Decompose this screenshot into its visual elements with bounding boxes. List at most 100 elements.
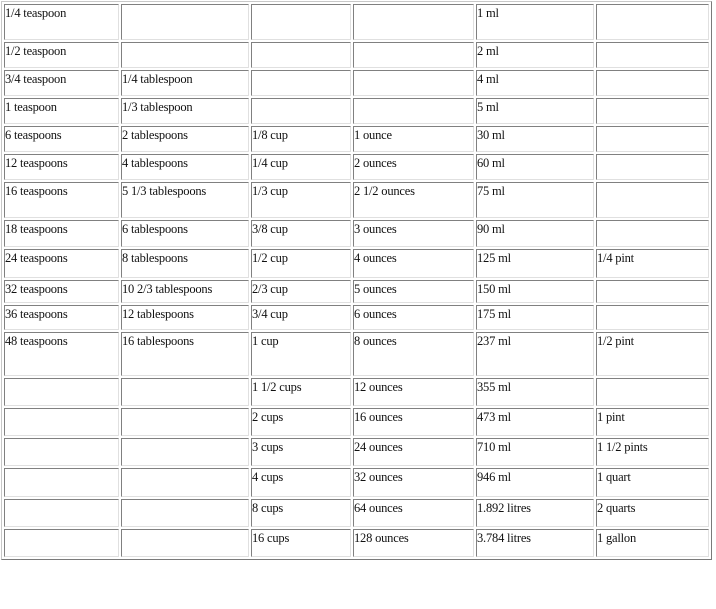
cell-teaspoons: 3/4 teaspoon: [4, 70, 119, 96]
cell-ounces: 1 ounce: [353, 126, 474, 152]
cell-pints-quarts: 1 gallon: [596, 529, 709, 557]
cell-teaspoons: 6 teaspoons: [4, 126, 119, 152]
cell-pints-quarts: [596, 280, 709, 303]
conversion-table-frame: 1/4 teaspoon 1 ml 1/2 teaspoon 2 ml 3/4 teas…: [1, 1, 712, 560]
cell-metric: 30 ml: [476, 126, 594, 152]
cell-cups: 3 cups: [251, 438, 351, 466]
measurement-conversion-table: 1/4 teaspoon 1 ml 1/2 teaspoon 2 ml 3/4 teas…: [2, 2, 711, 559]
table-row: 2 cups 16 ounces 473 ml 1 pint: [4, 408, 709, 436]
cell-teaspoons: 1/2 teaspoon: [4, 42, 119, 68]
table-row: 4 cups 32 ounces 946 ml 1 quart: [4, 468, 709, 497]
cell-metric: 3.784 litres: [476, 529, 594, 557]
cell-teaspoons: 1/4 teaspoon: [4, 4, 119, 40]
cell-metric: 60 ml: [476, 154, 594, 180]
cell-tablespoons: 10 2/3 tablespoons: [121, 280, 249, 303]
table-row: 16 cups 128 ounces 3.784 litres 1 gallon: [4, 529, 709, 557]
cell-cups: [251, 42, 351, 68]
cell-pints-quarts: 1 quart: [596, 468, 709, 497]
cell-teaspoons: 24 teaspoons: [4, 249, 119, 278]
cell-pints-quarts: [596, 378, 709, 406]
cell-cups: 16 cups: [251, 529, 351, 557]
cell-tablespoons: 2 tablespoons: [121, 126, 249, 152]
table-row: 18 teaspoons 6 tablespoons 3/8 cup 3 ounces…: [4, 220, 709, 247]
cell-metric: 150 ml: [476, 280, 594, 303]
cell-ounces: [353, 70, 474, 96]
cell-tablespoons: [121, 468, 249, 497]
cell-pints-quarts: 1 1/2 pints: [596, 438, 709, 466]
cell-teaspoons: [4, 408, 119, 436]
cell-tablespoons: 6 tablespoons: [121, 220, 249, 247]
table-row: 24 teaspoons 8 tablespoons 1/2 cup 4 ounces…: [4, 249, 709, 278]
cell-pints-quarts: 1/4 pint: [596, 249, 709, 278]
cell-teaspoons: [4, 529, 119, 557]
table-row: 3/4 teaspoon 1/4 tablespoon 4 ml: [4, 70, 709, 96]
cell-ounces: 8 ounces: [353, 332, 474, 376]
cell-tablespoons: 1/3 tablespoon: [121, 98, 249, 124]
cell-cups: [251, 4, 351, 40]
table-row: 1/2 teaspoon 2 ml: [4, 42, 709, 68]
table-row: 1/4 teaspoon 1 ml: [4, 4, 709, 40]
table-row: 6 teaspoons 2 tablespoons 1/8 cup 1 ounce 30…: [4, 126, 709, 152]
cell-metric: 4 ml: [476, 70, 594, 96]
cell-ounces: 12 ounces: [353, 378, 474, 406]
table-row: 36 teaspoons 12 tablespoons 3/4 cup 6 ounce…: [4, 305, 709, 330]
cell-metric: 75 ml: [476, 182, 594, 218]
cell-metric: 473 ml: [476, 408, 594, 436]
cell-cups: 3/8 cup: [251, 220, 351, 247]
cell-pints-quarts: [596, 98, 709, 124]
cell-metric: 175 ml: [476, 305, 594, 330]
cell-teaspoons: 32 teaspoons: [4, 280, 119, 303]
cell-metric: 946 ml: [476, 468, 594, 497]
cell-pints-quarts: [596, 220, 709, 247]
cell-tablespoons: 16 tablespoons: [121, 332, 249, 376]
cell-teaspoons: 18 teaspoons: [4, 220, 119, 247]
cell-ounces: 16 ounces: [353, 408, 474, 436]
cell-metric: 2 ml: [476, 42, 594, 68]
table-row: 12 teaspoons 4 tablespoons 1/4 cup 2 ounces…: [4, 154, 709, 180]
cell-metric: 1 ml: [476, 4, 594, 40]
cell-pints-quarts: 1/2 pint: [596, 332, 709, 376]
cell-teaspoons: [4, 468, 119, 497]
cell-metric: 1.892 litres: [476, 499, 594, 527]
cell-ounces: [353, 4, 474, 40]
cell-tablespoons: 8 tablespoons: [121, 249, 249, 278]
cell-ounces: 3 ounces: [353, 220, 474, 247]
cell-tablespoons: [121, 378, 249, 406]
table-row: 1 teaspoon 1/3 tablespoon 5 ml: [4, 98, 709, 124]
cell-metric: 90 ml: [476, 220, 594, 247]
cell-pints-quarts: 1 pint: [596, 408, 709, 436]
cell-tablespoons: 4 tablespoons: [121, 154, 249, 180]
cell-metric: 125 ml: [476, 249, 594, 278]
cell-teaspoons: [4, 438, 119, 466]
cell-teaspoons: 16 teaspoons: [4, 182, 119, 218]
cell-cups: 2 cups: [251, 408, 351, 436]
cell-cups: [251, 70, 351, 96]
cell-tablespoons: [121, 529, 249, 557]
cell-ounces: 64 ounces: [353, 499, 474, 527]
cell-pints-quarts: 2 quarts: [596, 499, 709, 527]
cell-tablespoons: [121, 438, 249, 466]
cell-pints-quarts: [596, 305, 709, 330]
cell-cups: 3/4 cup: [251, 305, 351, 330]
cell-tablespoons: [121, 4, 249, 40]
cell-pints-quarts: [596, 70, 709, 96]
table-row: 3 cups 24 ounces 710 ml 1 1/2 pints: [4, 438, 709, 466]
table-row: 16 teaspoons 5 1/3 tablespoons 1/3 cup 2 1/…: [4, 182, 709, 218]
cell-cups: 1 cup: [251, 332, 351, 376]
table-row: 48 teaspoons 16 tablespoons 1 cup 8 ounces 2…: [4, 332, 709, 376]
cell-ounces: [353, 42, 474, 68]
cell-ounces: 24 ounces: [353, 438, 474, 466]
cell-teaspoons: 36 teaspoons: [4, 305, 119, 330]
cell-cups: 1/4 cup: [251, 154, 351, 180]
cell-tablespoons: 12 tablespoons: [121, 305, 249, 330]
cell-ounces: 6 ounces: [353, 305, 474, 330]
cell-teaspoons: 1 teaspoon: [4, 98, 119, 124]
table-body: 1/4 teaspoon 1 ml 1/2 teaspoon 2 ml 3/4 teas…: [4, 4, 709, 557]
cell-metric: 355 ml: [476, 378, 594, 406]
cell-cups: 2/3 cup: [251, 280, 351, 303]
cell-teaspoons: 12 teaspoons: [4, 154, 119, 180]
cell-pints-quarts: [596, 42, 709, 68]
cell-metric: 5 ml: [476, 98, 594, 124]
cell-pints-quarts: [596, 182, 709, 218]
cell-pints-quarts: [596, 4, 709, 40]
